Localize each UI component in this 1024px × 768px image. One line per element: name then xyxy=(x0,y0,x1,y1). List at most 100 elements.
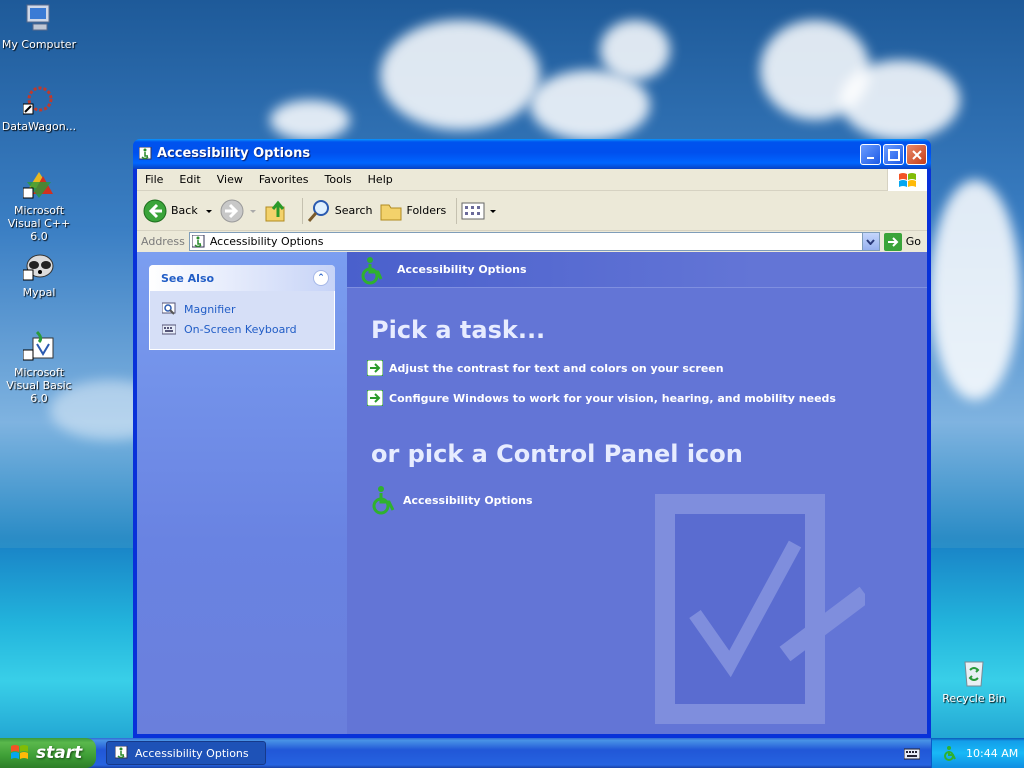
menu-help[interactable]: Help xyxy=(360,173,401,186)
magnifier-icon xyxy=(162,302,176,315)
visual-basic-icon xyxy=(22,330,55,362)
views-button[interactable] xyxy=(461,199,497,223)
menu-tools[interactable]: Tools xyxy=(317,173,360,186)
minimize-button[interactable] xyxy=(860,144,881,165)
title-bar[interactable]: Accessibility Options xyxy=(133,139,931,169)
control-panel-icon-accessibility[interactable]: Accessibility Options xyxy=(367,484,533,516)
pick-icon-heading: or pick a Control Panel icon xyxy=(371,440,743,468)
task-pane: See Also ⌃ Magnifier On-Screen Keyboard xyxy=(137,252,347,734)
maximize-button[interactable] xyxy=(883,144,904,165)
desktop-icon-visual-cpp[interactable]: Microsoft Visual C++ 6.0 xyxy=(0,168,78,243)
up-folder-icon xyxy=(265,200,285,221)
see-also-title: See Also xyxy=(161,271,215,285)
menu-view[interactable]: View xyxy=(209,173,251,186)
minimize-icon xyxy=(866,156,874,159)
desktop-icon-recycle-bin[interactable]: Recycle Bin xyxy=(935,656,1013,705)
accessibility-icon xyxy=(191,234,205,247)
back-button[interactable]: Back xyxy=(143,199,214,223)
task-configure-windows[interactable]: Configure Windows to work for your visio… xyxy=(367,390,836,406)
chevron-down-icon xyxy=(866,238,875,245)
menu-bar: File Edit View Favorites Tools Help xyxy=(137,169,927,191)
task-arrow-icon xyxy=(367,360,383,376)
menu-edit[interactable]: Edit xyxy=(171,173,208,186)
explorer-window: Accessibility Options File Edit View Fav… xyxy=(133,139,931,738)
desktop-icon-my-computer[interactable]: My Computer xyxy=(0,2,78,51)
see-also-panel: See Also ⌃ Magnifier On-Screen Keyboard xyxy=(149,265,335,350)
see-also-item-label: On-Screen Keyboard xyxy=(184,322,297,336)
datawagon-icon xyxy=(22,84,55,116)
back-arrow-icon xyxy=(143,199,167,222)
toolbar-separator xyxy=(301,197,303,224)
recycle-bin-icon xyxy=(958,656,990,688)
maximize-icon xyxy=(887,148,900,161)
accessibility-icon xyxy=(139,147,152,160)
chevron-down-icon[interactable] xyxy=(248,206,258,216)
see-also-header[interactable]: See Also ⌃ xyxy=(149,265,335,291)
go-arrow-icon xyxy=(883,232,902,251)
address-bar: Address Accessibility Options Go xyxy=(137,231,927,253)
collapse-chevron-icon[interactable]: ⌃ xyxy=(313,270,329,286)
start-label: start xyxy=(36,743,83,763)
desktop-icon-label: My Computer xyxy=(1,38,77,51)
taskbar: start Accessibility Options 10:44 AM xyxy=(0,738,1024,768)
desktop-icon-label: Mypal xyxy=(22,286,56,299)
taskbar-item-label: Accessibility Options xyxy=(135,746,249,760)
windows-flag-icon xyxy=(11,745,28,759)
accessibility-wheelchair-icon xyxy=(372,486,395,515)
window-title: Accessibility Options xyxy=(157,146,311,161)
see-also-item-magnifier[interactable]: Magnifier xyxy=(162,299,322,319)
go-button[interactable]: Go xyxy=(883,232,921,251)
desktop-icon-label: DataWagon... xyxy=(1,120,77,133)
windows-logo-icon xyxy=(887,169,927,191)
desktop-icon-visual-basic[interactable]: Microsoft Visual Basic 6.0 xyxy=(0,330,78,405)
go-label: Go xyxy=(905,235,921,248)
chevron-down-icon[interactable] xyxy=(204,206,214,216)
chevron-down-icon xyxy=(490,209,497,213)
desktop-icon-datawagon[interactable]: DataWagon... xyxy=(0,84,78,133)
checkmark-watermark-icon xyxy=(655,494,865,724)
toolbar-separator xyxy=(456,197,458,224)
views-icon xyxy=(461,202,485,219)
search-button[interactable]: Search xyxy=(307,199,373,223)
up-folder-button[interactable] xyxy=(264,199,292,223)
see-also-item-label: Magnifier xyxy=(184,302,236,316)
task-arrow-icon xyxy=(367,390,383,406)
close-button[interactable] xyxy=(906,144,927,165)
task-label: Adjust the contrast for text and colors … xyxy=(389,361,724,375)
desktop-icon-label: Recycle Bin xyxy=(942,692,1006,705)
keyboard-icon xyxy=(162,324,176,335)
pick-task-heading: Pick a task... xyxy=(371,316,546,344)
desktop-icon-mypal[interactable]: Mypal xyxy=(0,250,78,299)
folders-label: Folders xyxy=(406,204,447,217)
start-button[interactable]: start xyxy=(0,738,96,768)
clock[interactable]: 10:44 AM xyxy=(966,747,1018,760)
taskbar-item-accessibility-options[interactable]: Accessibility Options xyxy=(106,741,266,765)
see-also-item-on-screen-keyboard[interactable]: On-Screen Keyboard xyxy=(162,319,322,339)
address-input[interactable]: Accessibility Options xyxy=(188,232,880,251)
mypal-icon xyxy=(22,250,55,282)
address-dropdown-button[interactable] xyxy=(861,233,879,250)
accessibility-wheelchair-icon xyxy=(361,256,383,284)
folders-button[interactable]: Folders xyxy=(379,199,447,223)
menu-file[interactable]: File xyxy=(137,173,171,186)
close-icon xyxy=(911,149,922,160)
accessibility-icon xyxy=(115,746,128,759)
visual-cpp-icon xyxy=(22,168,55,200)
toolbar: Back Search Folders xyxy=(137,191,927,231)
task-adjust-contrast[interactable]: Adjust the contrast for text and colors … xyxy=(367,360,724,376)
accessibility-tray-icon[interactable] xyxy=(942,745,958,761)
computer-icon xyxy=(23,2,55,34)
keyboard-language-icon[interactable] xyxy=(904,746,920,760)
desktop-icon-label: Microsoft Visual Basic 6.0 xyxy=(6,366,72,405)
forward-arrow-icon xyxy=(220,199,244,222)
address-label: Address xyxy=(141,235,185,248)
menu-favorites[interactable]: Favorites xyxy=(251,173,317,186)
main-pane: Accessibility Options Pick a task... Adj… xyxy=(347,252,927,734)
desktop-icon-label: Microsoft Visual C++ 6.0 xyxy=(7,204,71,243)
address-value: Accessibility Options xyxy=(209,235,324,248)
forward-button[interactable] xyxy=(220,199,258,223)
content-area: See Also ⌃ Magnifier On-Screen Keyboard xyxy=(137,252,927,734)
task-label: Configure Windows to work for your visio… xyxy=(389,391,836,405)
control-panel-icon-label: Accessibility Options xyxy=(403,493,533,507)
system-tray: 10:44 AM xyxy=(931,738,1024,768)
